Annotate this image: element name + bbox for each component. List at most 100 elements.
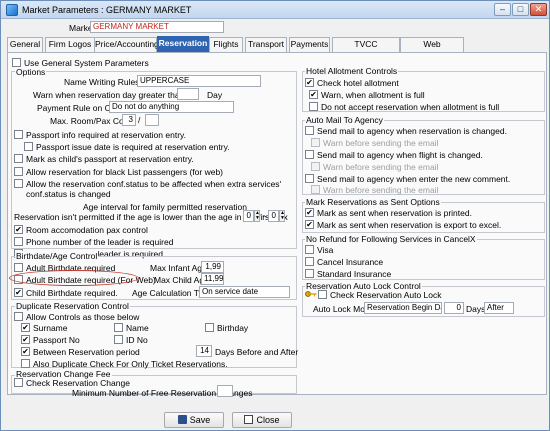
minimize-button[interactable]: ‒ xyxy=(494,3,511,16)
tab-firm-logos[interactable]: Firm Logos xyxy=(45,37,95,52)
send-flight-changed-checkbox[interactable] xyxy=(305,150,314,159)
passport-no-label: Passport No xyxy=(33,335,80,345)
birthday-checkbox[interactable] xyxy=(205,323,214,332)
passport-issue-checkbox[interactable] xyxy=(24,142,33,151)
calc-type-select[interactable]: On service date xyxy=(199,286,290,298)
birthday-label: Birthday xyxy=(217,323,249,333)
age-to-input[interactable]: 0 xyxy=(268,210,279,222)
age-from-input[interactable]: 0 xyxy=(243,210,254,222)
lock-days-input[interactable]: 0 xyxy=(444,302,464,314)
age-to-spinner[interactable]: ▲ ▼ xyxy=(279,210,285,222)
mark-excel-label: Mark as sent when reservation is export … xyxy=(317,220,502,230)
between-period-label: Between Reservation period xyxy=(33,347,140,357)
check-change-checkbox[interactable] xyxy=(14,378,23,387)
tab-reservation[interactable]: Reservation xyxy=(157,36,209,52)
check-hotel-checkbox[interactable]: ✔ xyxy=(305,78,314,87)
passport-info-checkbox[interactable] xyxy=(14,130,23,139)
max-room-input[interactable]: 3 xyxy=(122,114,136,126)
also-dup-checkbox[interactable] xyxy=(21,359,30,368)
maximize-button[interactable]: □ xyxy=(512,3,529,16)
tab-transport[interactable]: Transport xyxy=(245,37,287,52)
age-separator: ~ xyxy=(262,211,267,221)
payment-rule-select[interactable]: Do not do anything xyxy=(109,101,234,113)
send-res-changed-label: Send mail to agency when reservation is … xyxy=(317,126,507,136)
mark-excel-checkbox[interactable]: ✔ xyxy=(305,220,314,229)
close-label: Close xyxy=(256,415,280,425)
no-refund-title: No Refund for Following Services in Canc… xyxy=(305,234,477,244)
window-title: Market Parameters : GERMANY MARKET xyxy=(22,5,192,15)
name-checkbox[interactable] xyxy=(114,323,123,332)
tab-general[interactable]: General xyxy=(7,37,43,52)
duplicate-title: Duplicate Reservation Control xyxy=(15,301,130,311)
passport-no-checkbox[interactable]: ✔ xyxy=(21,335,30,344)
surname-checkbox[interactable]: ✔ xyxy=(21,323,30,332)
between-period-checkbox[interactable]: ✔ xyxy=(21,347,30,356)
warn-days-input[interactable] xyxy=(177,88,199,100)
age-from-spinner[interactable]: ▲ ▼ xyxy=(254,210,260,222)
max-child-input[interactable]: 11,99 xyxy=(201,273,224,285)
warn-before-2-checkbox[interactable] xyxy=(311,162,320,171)
mark-printed-label: Mark as sent when reservation is printed… xyxy=(317,208,472,218)
save-button[interactable]: Save xyxy=(164,412,224,428)
market-field[interactable]: GERMANY MARKET xyxy=(90,21,224,33)
save-label: Save xyxy=(189,415,211,425)
black-list-checkbox[interactable] xyxy=(14,167,23,176)
birthdate-title: Birthdate/Age Control xyxy=(15,251,99,261)
close-button[interactable]: Close xyxy=(232,412,292,428)
tab-price-accounting[interactable]: Price/Accounting xyxy=(94,37,159,52)
warn-before-label: Warn before sending the email xyxy=(323,138,439,148)
surname-label: Surname xyxy=(33,323,68,333)
market-parameters-window: Market Parameters : GERMANY MARKET ‒ □ ✕… xyxy=(0,0,550,431)
send-res-changed-checkbox[interactable] xyxy=(305,126,314,135)
app-icon xyxy=(6,4,18,16)
max-pax-input[interactable] xyxy=(145,114,159,126)
child-passport-checkbox[interactable] xyxy=(14,154,23,163)
days-before-after-input[interactable]: 14 xyxy=(196,345,212,357)
name-writing-rules-select[interactable]: UPPERCASE xyxy=(137,75,261,87)
lock-mode-select[interactable]: Reservation Begin Date xyxy=(364,302,442,314)
send-flight-changed-label: Send mail to agency when flight is chang… xyxy=(317,150,483,160)
name-writing-rules-label: Name Writing Rules xyxy=(64,77,140,87)
lock-after-select[interactable]: After xyxy=(484,302,514,314)
send-comment-checkbox[interactable] xyxy=(305,174,314,183)
tab-tvcc-parameters[interactable]: TVCC Parameters xyxy=(332,37,400,62)
passport-issue-label: Passport issue date is required at reser… xyxy=(36,142,230,152)
conf-status-checkbox[interactable] xyxy=(14,179,23,188)
standard-ins-label: Standard Insurance xyxy=(317,269,392,279)
warn-full-checkbox[interactable]: ✔ xyxy=(309,90,318,99)
check-change-label: Check Reservation Change xyxy=(26,378,130,388)
id-no-checkbox[interactable] xyxy=(114,335,123,344)
warn-days-label: Warn when reservation day greater than : xyxy=(33,90,190,100)
key-icon xyxy=(305,291,317,297)
phone-leader-label: Phone number of the leader is required xyxy=(26,237,174,247)
reservation-panel: Use General System Parameters Options Na… xyxy=(7,52,547,398)
tab-web-parameters[interactable]: Web Parameters xyxy=(400,37,464,62)
check-lock-checkbox[interactable] xyxy=(318,290,327,299)
passport-info-label: Passport info required at reservation en… xyxy=(26,130,187,140)
warn-before-checkbox[interactable] xyxy=(311,138,320,147)
allow-controls-label: Allow Controls as those below xyxy=(26,312,140,322)
allow-controls-checkbox[interactable] xyxy=(14,312,23,321)
no-accept-checkbox[interactable] xyxy=(309,102,318,111)
cancel-ins-checkbox[interactable] xyxy=(305,257,314,266)
highlight-ellipse xyxy=(9,270,139,286)
phone-leader-checkbox[interactable] xyxy=(14,237,23,246)
conf-status-label: Allow the reservation conf.status to be … xyxy=(26,179,282,199)
child-birthdate-label: Child Birthdate required. xyxy=(26,288,118,298)
use-general-checkbox[interactable] xyxy=(12,58,21,67)
tab-payments[interactable]: Payments xyxy=(289,37,330,52)
visa-checkbox[interactable] xyxy=(305,245,314,254)
warn-before-3-checkbox[interactable] xyxy=(311,185,320,194)
check-hotel-label: Check hotel allotment xyxy=(317,78,399,88)
room-pax-separator: / xyxy=(138,115,141,125)
mark-printed-checkbox[interactable]: ✔ xyxy=(305,208,314,217)
close-window-button[interactable]: ✕ xyxy=(530,3,547,16)
visa-label: Visa xyxy=(317,245,334,255)
standard-ins-checkbox[interactable] xyxy=(305,269,314,278)
tab-flights[interactable]: Flights xyxy=(209,37,243,52)
max-infant-input[interactable]: 1,99 xyxy=(201,261,224,273)
min-changes-input[interactable] xyxy=(217,385,233,397)
child-birthdate-checkbox[interactable]: ✔ xyxy=(14,288,23,297)
room-accom-checkbox[interactable]: ✔ xyxy=(14,225,23,234)
adult-birthdate-checkbox[interactable] xyxy=(14,263,23,272)
